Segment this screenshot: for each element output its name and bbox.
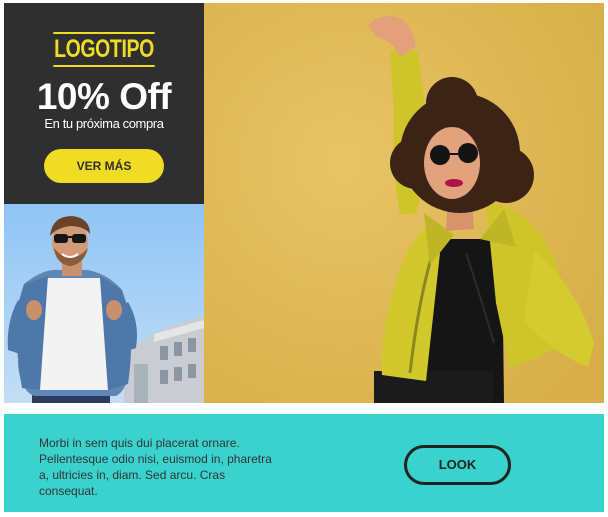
look-button[interactable]: LOOK xyxy=(404,445,511,485)
footer-description: Morbi in sem quis dui placerat ornare. P… xyxy=(39,436,272,498)
man-photo-illustration xyxy=(4,204,204,403)
discount-heading: 10% Off xyxy=(36,76,172,117)
footer-banner: Morbi in sem quis dui placerat ornare. P… xyxy=(4,414,604,512)
promo-panel: LOGOTIPO 10% Off En tu próxima compra VE… xyxy=(4,3,204,204)
discount-subtitle: En tu próxima compra xyxy=(44,116,164,131)
logo[interactable]: LOGOTIPO xyxy=(53,32,155,67)
woman-photo-illustration xyxy=(204,3,604,403)
logo-wrapper: LOGOTIPO xyxy=(4,32,204,67)
ver-mas-button[interactable]: VER MÁS xyxy=(44,149,164,183)
man-photo[interactable] xyxy=(4,204,204,403)
woman-photo[interactable] xyxy=(204,3,604,403)
